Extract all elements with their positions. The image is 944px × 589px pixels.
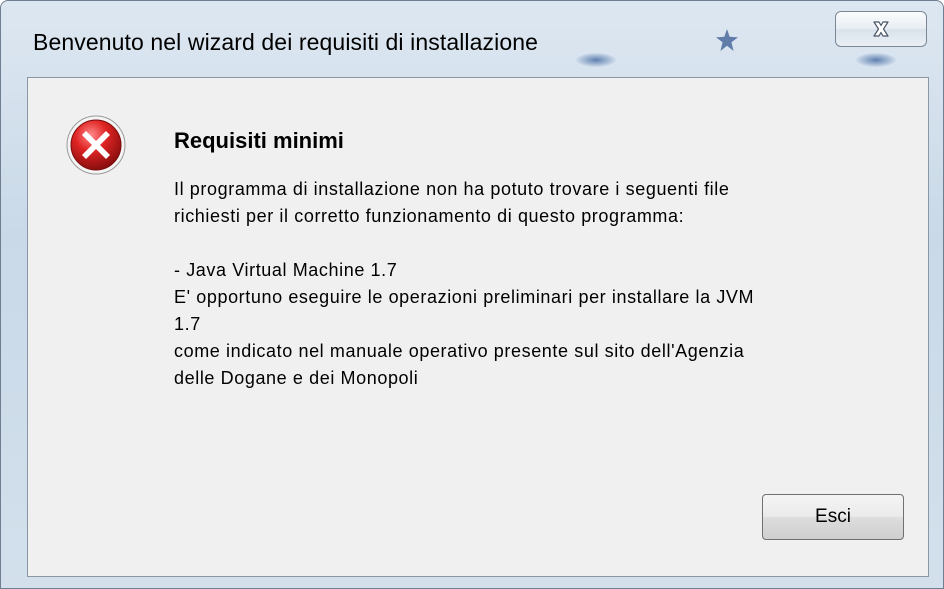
dialog-message: Il programma di installazione non ha pot…: [174, 176, 914, 392]
message-line: E' opportuno eseguire le operazioni prel…: [174, 287, 755, 307]
background-star-decoration: [716, 29, 738, 51]
message-line: 1.7: [174, 314, 201, 334]
message-line: come indicato nel manuale operativo pres…: [174, 341, 745, 361]
background-decoration: [856, 53, 896, 67]
dialog-heading: Requisiti minimi: [174, 128, 344, 153]
message-line: Il programma di installazione non ha pot…: [174, 179, 730, 199]
error-icon: [66, 115, 126, 175]
close-icon: [873, 21, 889, 37]
close-button[interactable]: [835, 11, 927, 47]
background-decoration: [576, 53, 616, 67]
message-line: richiesti per il corretto funzionamento …: [174, 206, 685, 226]
message-line: - Java Virtual Machine 1.7: [174, 260, 398, 280]
window-title: Benvenuto nel wizard dei requisiti di in…: [33, 29, 539, 55]
exit-button[interactable]: Esci: [762, 494, 904, 540]
message-line: delle Dogane e dei Monopoli: [174, 368, 419, 388]
dialog-window: Benvenuto nel wizard dei requisiti di in…: [0, 0, 944, 589]
dialog-content: Requisiti minimi Il programma di install…: [27, 77, 929, 577]
message-spacer: [174, 230, 914, 257]
